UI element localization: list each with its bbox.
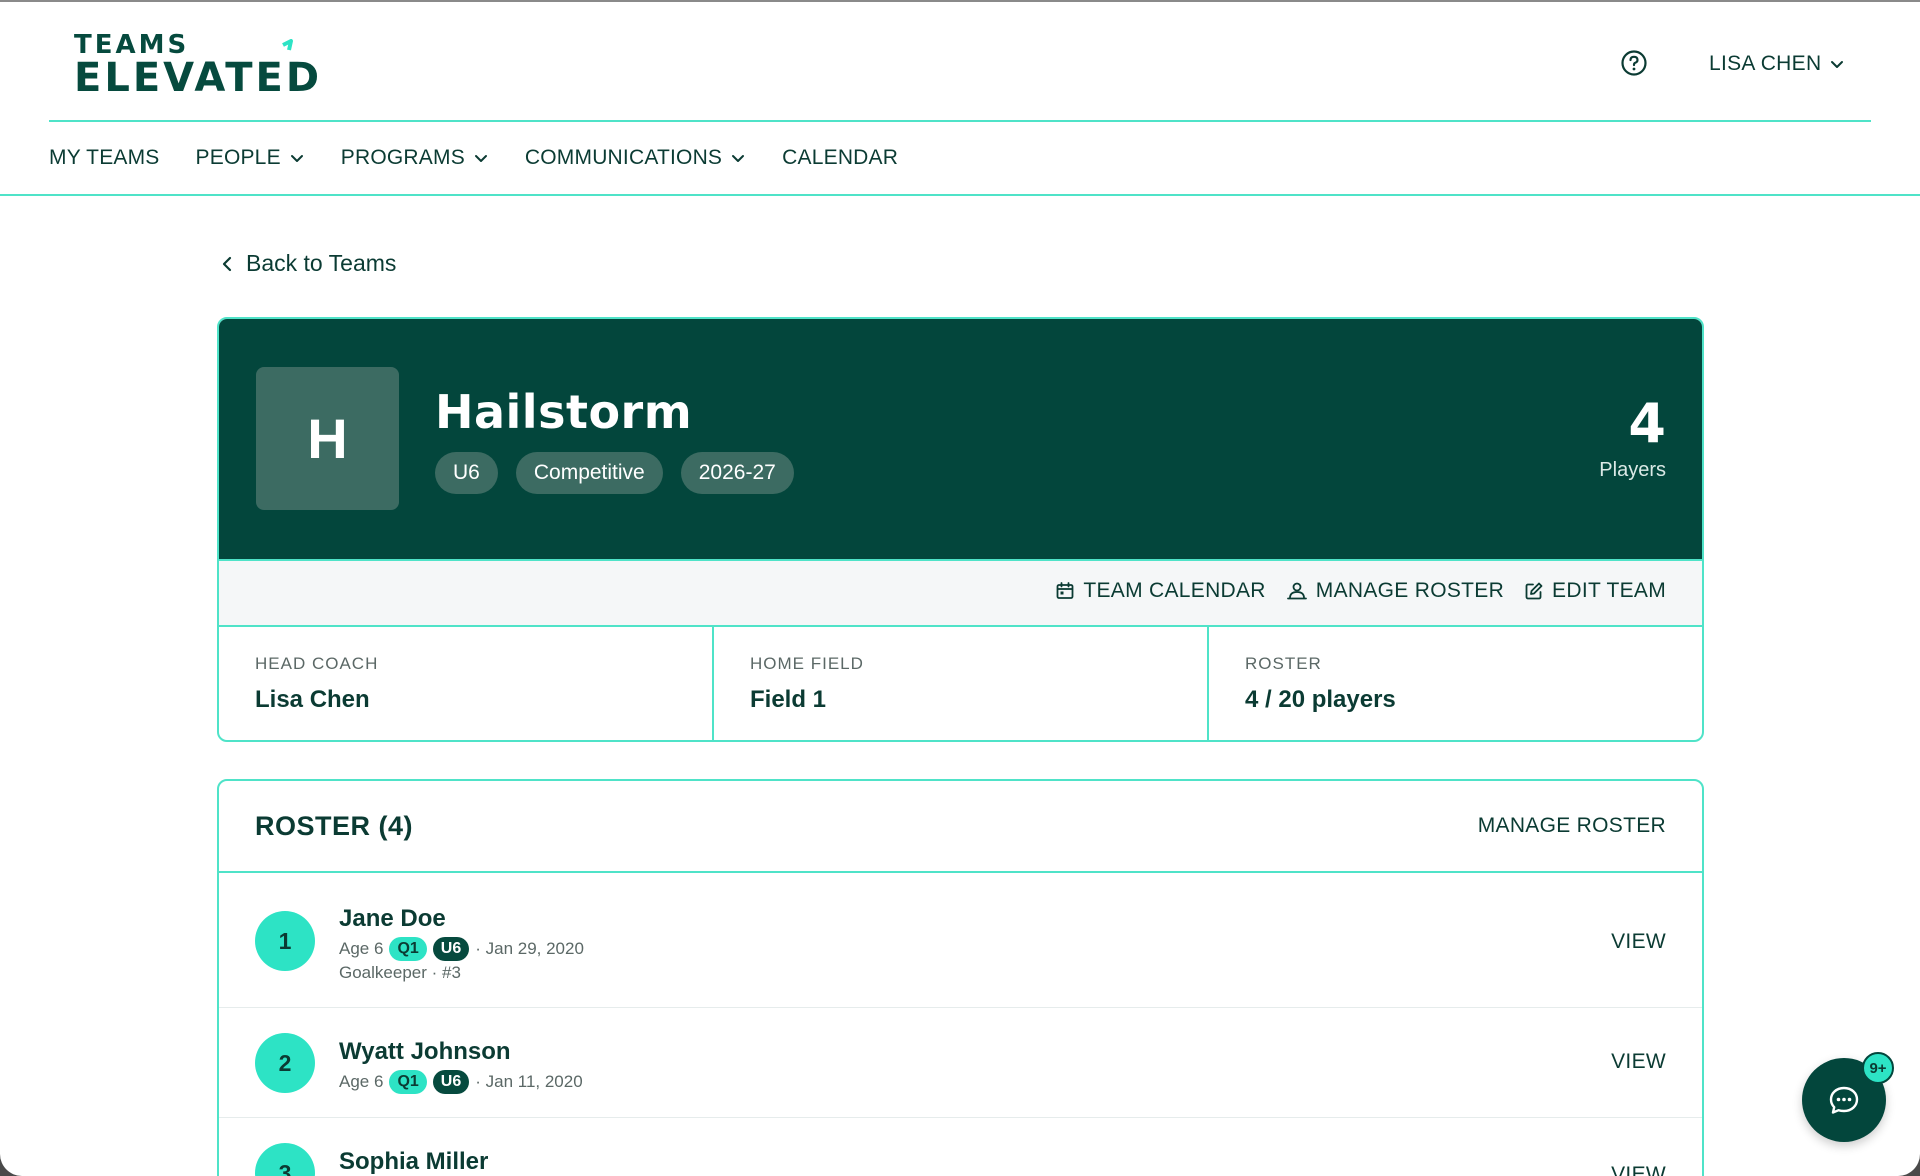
nav-label: PEOPLE — [195, 146, 281, 169]
manage-roster-label: MANAGE ROSTER — [1315, 579, 1505, 602]
roster-size-cell: ROSTER 4 / 20 players — [1209, 627, 1702, 740]
team-info-row: HEAD COACH Lisa Chen HOME FIELD Field 1 … — [219, 627, 1702, 740]
view-player-button[interactable]: VIEW — [1611, 1163, 1666, 1176]
users-icon — [1286, 582, 1307, 600]
head-coach-cell: HEAD COACH Lisa Chen — [219, 627, 714, 740]
roster-card: ROSTER (4) MANAGE ROSTER 1 Jane Doe Age … — [217, 779, 1704, 1176]
nav-programs[interactable]: PROGRAMS — [341, 146, 489, 170]
back-label: Back to Teams — [246, 250, 397, 276]
player-meta: Age 6 Q1 U6 · Jan 29, 2020 — [339, 937, 584, 961]
help-button[interactable] — [1620, 49, 1648, 77]
player-number: 3 — [255, 1143, 315, 1176]
user-menu[interactable]: LISA CHEN — [1709, 50, 1845, 78]
edit-team-button[interactable]: EDIT TEAM — [1524, 579, 1666, 603]
team-calendar-label: TEAM CALENDAR — [1083, 579, 1266, 602]
home-field-cell: HOME FIELD Field 1 — [714, 627, 1209, 740]
chevron-down-icon — [290, 155, 303, 162]
home-field-value: Field 1 — [750, 686, 827, 713]
player-age: Age 6 — [339, 939, 384, 958]
view-player-button[interactable]: VIEW — [1611, 930, 1666, 954]
view-player-button[interactable]: VIEW — [1611, 1050, 1666, 1074]
player-dob: · Jan 29, 2020 — [475, 939, 584, 958]
back-to-teams-link[interactable]: Back to Teams — [220, 250, 396, 277]
head-coach-value: Lisa Chen — [255, 686, 370, 713]
brand-arrow-icon — [282, 39, 293, 51]
chevron-down-icon — [732, 155, 745, 162]
nav-label: PROGRAMS — [340, 146, 465, 169]
chevron-left-icon — [222, 256, 232, 271]
main-nav: MY TEAMS PEOPLE PROGRAMS COMMUNICATIONS … — [0, 124, 1920, 196]
age-group-badge: U6 — [432, 1070, 470, 1094]
chat-notification-badge: 9+ — [1862, 1052, 1894, 1084]
app-window: TEAMS ELEVATED LISA CHEN MY TEAMS PEOPLE… — [0, 0, 1920, 1176]
player-meta: Age 6 Q1 U6 · Jan 11, 2020 — [339, 1070, 583, 1094]
roster-size-value: 4 / 20 players — [1245, 686, 1396, 713]
player-row: 3 Sophia Miller VIEW — [219, 1118, 1702, 1176]
head-coach-label: HEAD COACH — [255, 654, 379, 673]
edit-team-label: EDIT TEAM — [1552, 579, 1666, 602]
team-card: H Hailstorm U6 Competitive 2026-27 4 Pla… — [217, 317, 1704, 742]
roster-title: ROSTER (4) — [255, 811, 414, 841]
team-name: Hailstorm — [435, 385, 693, 439]
players-count: 4 Players — [1599, 397, 1666, 482]
player-row: 2 Wyatt Johnson Age 6 Q1 U6 · Jan 11, 20… — [219, 1008, 1702, 1118]
age-group-badge: U6 — [432, 937, 470, 961]
player-name[interactable]: Sophia Miller — [339, 1148, 488, 1176]
edit-icon — [1525, 582, 1543, 600]
nav-calendar[interactable]: CALENDAR — [782, 146, 898, 170]
nav-people[interactable]: PEOPLE — [196, 146, 305, 170]
help-icon — [1621, 50, 1647, 76]
player-position: Goalkeeper · #3 — [339, 963, 461, 982]
player-name[interactable]: Wyatt Johnson — [339, 1038, 511, 1066]
player-number: 2 — [255, 1033, 315, 1093]
nav-label: MY TEAMS — [49, 146, 160, 169]
player-age: Age 6 — [339, 1072, 384, 1091]
tag-season: 2026-27 — [680, 452, 794, 494]
quarter-badge: Q1 — [389, 1070, 427, 1094]
roster-manage-link[interactable]: MANAGE ROSTER — [1478, 814, 1666, 838]
nav-communications[interactable]: COMMUNICATIONS — [525, 146, 746, 170]
players-count-number: 4 — [1628, 392, 1666, 455]
chevron-down-icon — [1831, 61, 1844, 68]
nav-label: CALENDAR — [782, 146, 899, 169]
home-field-label: HOME FIELD — [750, 654, 864, 673]
user-name: LISA CHEN — [1709, 52, 1822, 75]
team-hero: H Hailstorm U6 Competitive 2026-27 4 Pla… — [219, 319, 1702, 559]
tag-age-group: U6 — [435, 452, 498, 494]
player-name[interactable]: Jane Doe — [339, 905, 446, 933]
roster-size-label: ROSTER — [1245, 654, 1322, 673]
team-avatar: H — [256, 367, 399, 510]
nav-my-teams[interactable]: MY TEAMS — [49, 146, 160, 170]
manage-roster-button[interactable]: MANAGE ROSTER — [1286, 579, 1504, 603]
team-calendar-button[interactable]: TEAM CALENDAR — [1055, 579, 1265, 603]
top-header: TEAMS ELEVATED LISA CHEN — [49, 2, 1871, 122]
roster-header: ROSTER (4) MANAGE ROSTER — [219, 781, 1702, 873]
quarter-badge: Q1 — [389, 937, 427, 961]
tag-level: Competitive — [515, 452, 663, 494]
player-row: 1 Jane Doe Age 6 Q1 U6 · Jan 29, 2020 Go… — [219, 875, 1702, 1008]
brand-logo[interactable]: TEAMS ELEVATED — [74, 30, 364, 101]
calendar-icon — [1056, 582, 1074, 599]
players-count-label: Players — [1599, 459, 1666, 481]
team-tags: U6 Competitive 2026-27 — [435, 452, 794, 494]
team-action-bar: TEAM CALENDAR MANAGE ROSTER EDIT TEAM — [219, 559, 1702, 627]
chevron-down-icon — [474, 155, 487, 162]
nav-label: COMMUNICATIONS — [524, 146, 723, 169]
player-dob: · Jan 11, 2020 — [475, 1072, 583, 1091]
player-number: 1 — [255, 911, 315, 971]
chat-bubble-icon — [1829, 1086, 1859, 1114]
